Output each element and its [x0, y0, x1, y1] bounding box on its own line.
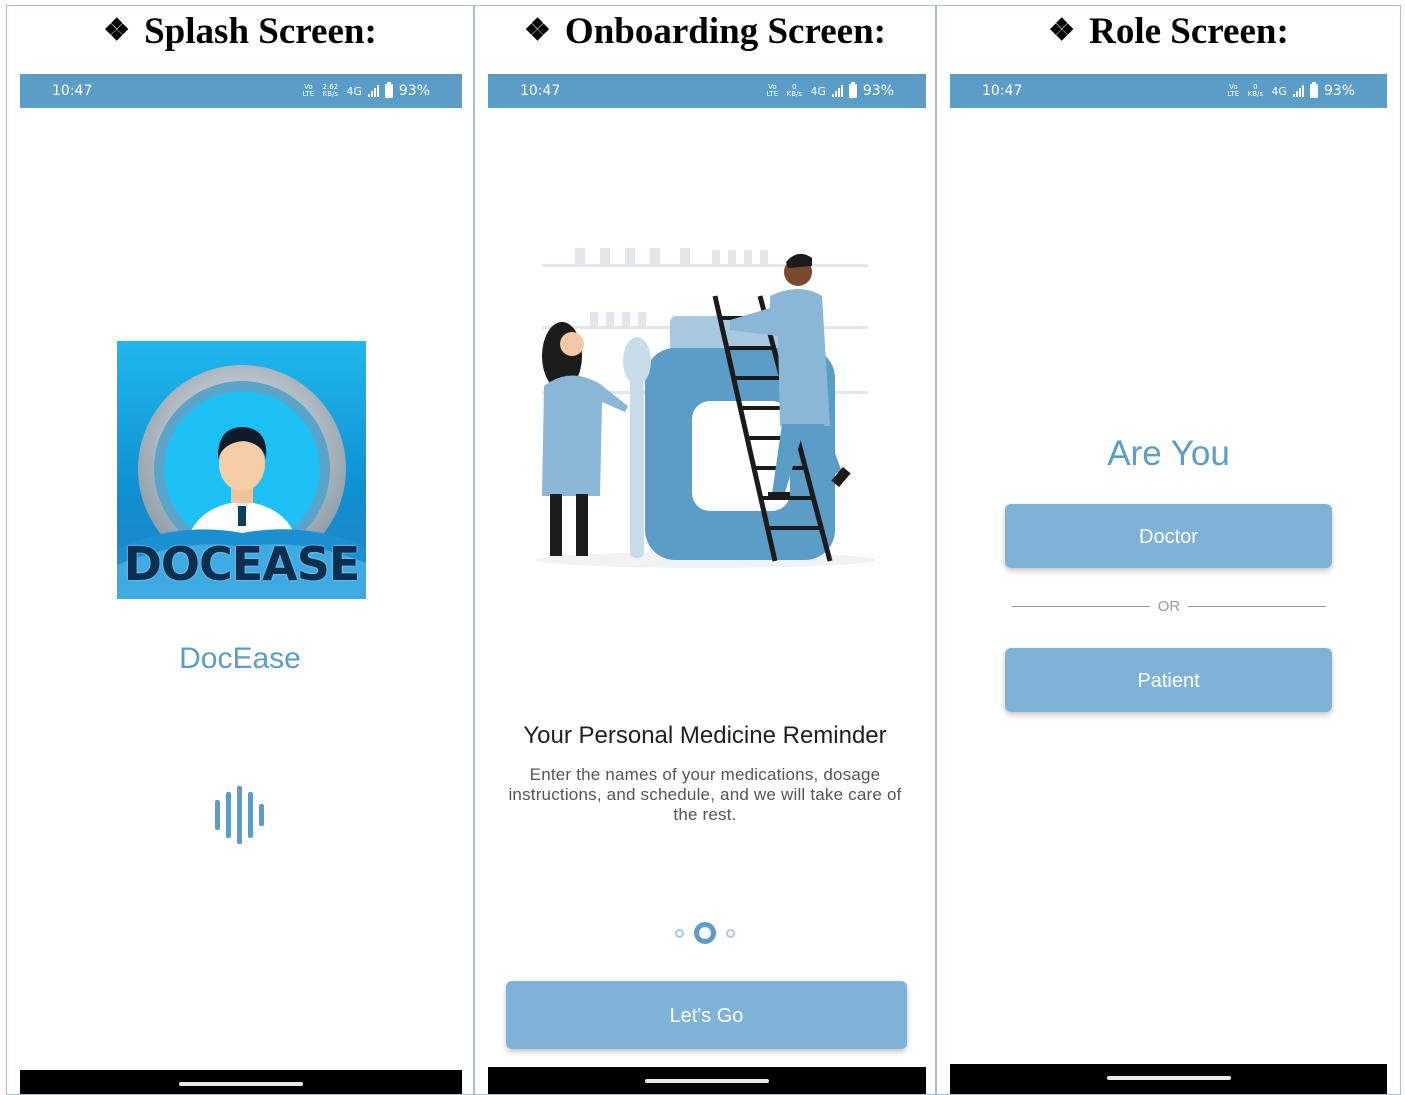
battery-level: 93% — [398, 83, 430, 99]
status-bar: 10:47 Vo LTE 2.62 KB/s 4G 93% — [20, 74, 462, 108]
signal-icon — [831, 85, 843, 97]
doctor-button[interactable]: Doctor — [1005, 504, 1332, 568]
patient-button[interactable]: Patient — [1005, 648, 1332, 712]
page-dot[interactable] — [675, 928, 684, 938]
diamond-bullet-icon: ❖ — [103, 14, 131, 47]
role-title: Are You — [1107, 434, 1230, 473]
splash-screen-panel: ❖ Splash Screen: 10:47 Vo LTE 2.62 KB/s 4G… — [6, 5, 474, 1095]
volte-icon: Vo LTE — [766, 83, 779, 98]
home-gesture-handle[interactable] — [645, 1079, 769, 1083]
status-bar: 10:47 Vo LTE 0 KB/s 4G 93% — [950, 74, 1387, 108]
battery-icon — [848, 82, 857, 98]
panel-heading: ❖ Role Screen: — [1048, 11, 1289, 52]
status-icons: Vo LTE 0 KB/s 4G 93% — [766, 82, 894, 99]
divider-line — [1188, 606, 1326, 607]
signal-icon — [1292, 85, 1304, 97]
network-speed: 0 KB/s — [1247, 83, 1264, 98]
navigation-bar — [950, 1064, 1387, 1094]
page-dot-active[interactable] — [694, 922, 716, 944]
lets-go-button[interactable]: Let's Go — [506, 981, 907, 1049]
or-label: OR — [1157, 598, 1181, 615]
battery-level: 93% — [862, 83, 894, 99]
status-bar: 10:47 Vo LTE 0 KB/s 4G 93% — [488, 74, 926, 108]
page-indicator — [475, 922, 935, 944]
diamond-bullet-icon: ❖ — [524, 14, 551, 47]
home-gesture-handle[interactable] — [1106, 1076, 1231, 1080]
status-icons: Vo LTE 0 KB/s 4G 93% — [1227, 82, 1355, 99]
panel-heading: ❖ Onboarding Screen: — [524, 11, 886, 52]
page-dot[interactable] — [726, 928, 735, 938]
status-time: 10:47 — [982, 83, 1023, 99]
diamond-bullet-icon: ❖ — [1048, 14, 1076, 47]
navigation-bar — [488, 1067, 926, 1094]
panel-heading: ❖ Splash Screen: — [103, 11, 377, 52]
battery-icon — [384, 82, 393, 98]
signal-icon — [367, 85, 379, 97]
status-icons: Vo LTE 2.62 KB/s 4G 93% — [302, 82, 430, 99]
status-time: 10:47 — [520, 83, 561, 99]
volte-icon: Vo LTE — [1227, 83, 1240, 98]
network-type: 4G — [1271, 84, 1287, 98]
onboarding-screen-panel: ❖ Onboarding Screen: 10:47 Vo LTE 0 KB/s 4… — [474, 5, 936, 1095]
battery-level: 93% — [1323, 83, 1355, 99]
battery-icon — [1309, 82, 1318, 98]
or-separator: OR — [1012, 598, 1326, 615]
app-name: DocEase — [179, 642, 301, 675]
volte-icon: Vo LTE — [302, 83, 315, 98]
home-gesture-handle[interactable] — [179, 1082, 303, 1086]
pharmacy-illustration — [520, 226, 890, 571]
divider-line — [1012, 606, 1150, 607]
status-time: 10:47 — [52, 83, 93, 99]
onboarding-title: Your Personal Medicine Reminder — [523, 722, 887, 749]
network-speed: 0 KB/s — [786, 83, 803, 98]
navigation-bar — [20, 1070, 462, 1094]
role-screen-panel: ❖ Role Screen: 10:47 Vo LTE 0 KB/s 4G 93% … — [936, 5, 1401, 1095]
logo-wordmark: DOCEASE — [123, 537, 361, 591]
app-logo: DOCEASE — [117, 341, 366, 599]
network-type: 4G — [810, 84, 826, 98]
network-speed: 2.62 KB/s — [322, 83, 339, 98]
network-type: 4G — [346, 84, 362, 98]
audio-wave-icon — [213, 786, 269, 849]
onboarding-description: Enter the names of your medications, dos… — [508, 765, 902, 824]
